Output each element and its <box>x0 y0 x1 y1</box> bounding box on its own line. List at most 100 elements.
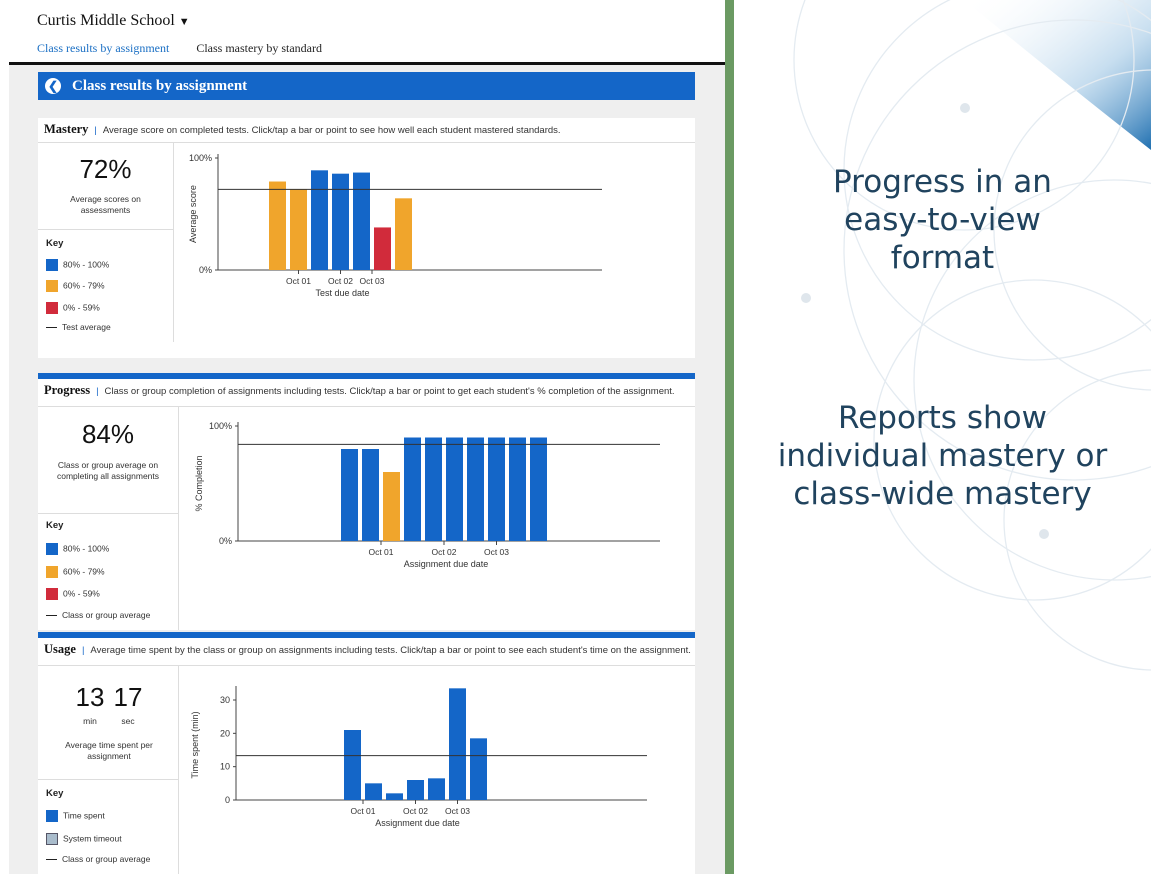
key-item-average: Test average <box>46 322 111 332</box>
chart-bar[interactable] <box>395 198 412 270</box>
x-tick-label: Oct 02 <box>403 806 428 816</box>
chart-bar[interactable] <box>467 437 484 542</box>
usage-minutes: 13 <box>75 682 105 712</box>
divider <box>178 406 179 630</box>
chart-bar[interactable] <box>428 778 445 800</box>
mastery-heading: Mastery <box>44 122 89 136</box>
usage-min-label: min <box>83 716 97 726</box>
divider <box>178 665 179 874</box>
progress-average-value: 84% <box>81 419 135 449</box>
chart-bar[interactable] <box>509 437 526 542</box>
progress-chart[interactable]: 0% 100% % Completion Oct 01 Oct 02 Oct 03 Assi… <box>184 411 684 621</box>
swatch-blue <box>46 259 58 271</box>
panel-divider <box>725 0 734 874</box>
y-tick-label: 0% <box>199 265 212 275</box>
x-axis-label: Assignment due date <box>404 559 489 569</box>
key-item-low: 0% - 59% <box>46 588 100 600</box>
chart-bar[interactable] <box>332 173 349 270</box>
chart-bar[interactable] <box>269 181 286 270</box>
divider <box>38 406 695 407</box>
key-item-mid: 60% - 79% <box>46 566 105 578</box>
chart-bar[interactable] <box>404 437 421 542</box>
key-item-time-spent: Time spent <box>46 810 105 822</box>
divider <box>38 779 178 780</box>
line-swatch <box>46 327 57 329</box>
report-tabs: Class results by assignment Class master… <box>37 41 346 56</box>
y-axis-label: Time spent (min) <box>190 711 200 778</box>
chart-bar[interactable] <box>446 437 463 542</box>
chart-bar[interactable] <box>374 227 391 270</box>
y-tick-label: 20 <box>220 728 230 738</box>
mastery-average-label: Average scores on assessments <box>70 194 141 215</box>
mastery-card: Mastery | Average score on completed tests… <box>38 118 695 358</box>
progress-header: Progress | Class or group completion of as… <box>44 383 675 397</box>
key-item-high: 80% - 100% <box>46 259 109 271</box>
y-tick-label: 0% <box>219 536 232 546</box>
key-item-low: 0% - 59% <box>46 302 100 314</box>
chart-bar[interactable] <box>470 738 487 800</box>
slide-caption-progress: Progress in an easy-to-view format <box>833 164 1052 276</box>
chart-bar[interactable] <box>365 783 382 800</box>
swatch-orange <box>46 566 58 578</box>
usage-heading: Usage <box>44 642 76 656</box>
mastery-average-value: 72% <box>79 154 132 184</box>
swatch-orange <box>46 280 58 292</box>
x-tick-label: Oct 03 <box>359 276 384 286</box>
key-item-average: Class or group average <box>46 610 150 620</box>
key-item-high: 80% - 100% <box>46 543 109 555</box>
tab-class-results[interactable]: Class results by assignment <box>37 41 169 56</box>
report-app: Curtis Middle School ▼ Class results by … <box>9 0 725 874</box>
chart-bar[interactable] <box>341 449 358 541</box>
chart-bar[interactable] <box>353 172 370 270</box>
chart-bar[interactable] <box>344 730 361 800</box>
x-tick-label: Oct 02 <box>431 547 456 557</box>
y-tick-label: 100% <box>209 421 232 431</box>
chart-bar[interactable] <box>425 437 442 542</box>
school-selector[interactable]: Curtis Middle School ▼ <box>37 12 190 30</box>
chart-bar[interactable] <box>407 780 424 800</box>
key-item-average: Class or group average <box>46 854 150 864</box>
key-item-mid: 60% - 79% <box>46 280 105 292</box>
x-tick-label: Oct 01 <box>286 276 311 286</box>
mastery-chart[interactable]: 0% 100% Average score Oct 01 Oct 02 Oct 03 Tes… <box>178 146 678 346</box>
chart-bar[interactable] <box>530 437 547 542</box>
divider <box>38 142 695 143</box>
line-swatch <box>46 615 57 617</box>
swatch-red <box>46 588 58 600</box>
chart-bar[interactable] <box>383 472 400 541</box>
mastery-header: Mastery | Average score on completed tests… <box>44 122 561 136</box>
swatch-gray <box>46 833 58 845</box>
usage-description: Average time spent by the class or group… <box>90 645 691 656</box>
divider <box>38 665 695 666</box>
x-axis-label: Test due date <box>315 288 369 298</box>
line-swatch <box>46 859 57 861</box>
swatch-blue <box>46 810 58 822</box>
divider <box>38 229 173 230</box>
y-tick-label: 0 <box>225 795 230 805</box>
chart-bar[interactable] <box>362 449 379 541</box>
y-tick-label: 30 <box>220 695 230 705</box>
chevron-down-icon: ▼ <box>178 16 190 28</box>
chart-bar[interactable] <box>386 793 403 800</box>
y-axis-label: % Completion <box>194 455 204 511</box>
y-axis-label: Average score <box>188 185 198 243</box>
divider <box>173 142 174 342</box>
slide-panel: Progress in an easy-to-view format Repor… <box>734 0 1151 874</box>
x-tick-label: Oct 03 <box>484 547 509 557</box>
usage-card: Usage | Average time spent by the class or… <box>38 638 695 874</box>
chart-bar[interactable] <box>311 170 328 270</box>
progress-average-label: Class or group average on completing all… <box>56 460 160 481</box>
chart-bar[interactable] <box>488 437 505 542</box>
usage-average-label: Average time spent per assignment <box>65 740 153 761</box>
usage-chart[interactable]: 0 10 20 30 Time spent (min) Oct 01 Oct 02 Oct 0… <box>184 670 684 870</box>
page-title-bar: ❮ Class results by assignment <box>38 72 695 100</box>
x-tick-label: Oct 01 <box>350 806 375 816</box>
usage-header: Usage | Average time spent by the class or… <box>44 642 691 656</box>
chart-bar[interactable] <box>449 688 466 800</box>
chart-bar[interactable] <box>290 189 307 270</box>
tab-class-mastery[interactable]: Class mastery by standard <box>196 41 322 56</box>
back-arrow-icon[interactable]: ❮ <box>45 78 61 94</box>
x-tick-label: Oct 03 <box>445 806 470 816</box>
swatch-red <box>46 302 58 314</box>
usage-sec-label: sec <box>121 716 135 726</box>
